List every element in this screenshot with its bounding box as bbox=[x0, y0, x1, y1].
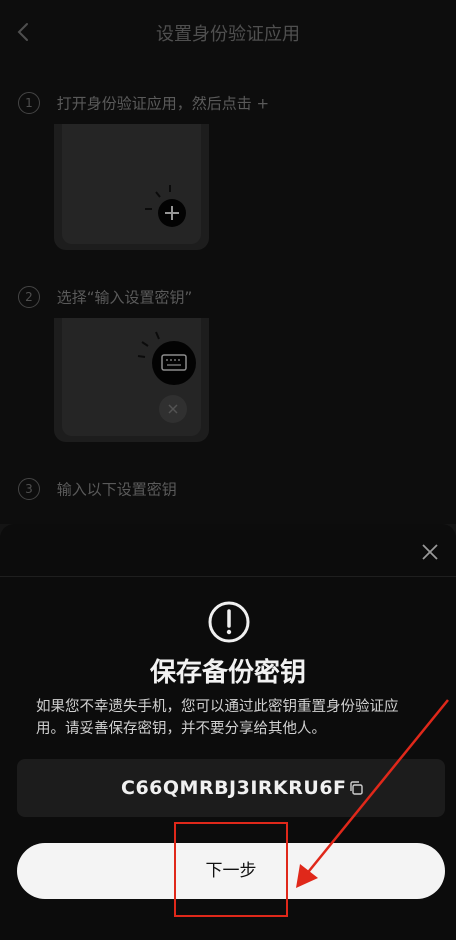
divider bbox=[0, 576, 456, 577]
close-icon[interactable] bbox=[418, 540, 442, 564]
copy-icon[interactable] bbox=[348, 780, 364, 796]
alert-icon bbox=[207, 600, 251, 644]
sheet-title: 保存备份密钥 bbox=[149, 658, 306, 688]
dim-overlay[interactable] bbox=[0, 0, 456, 524]
sheet-description: 如果您不幸遗失手机，您可以通过此密钥重置身份验证应用。请妥善保存密钥，并不要分享… bbox=[36, 699, 399, 737]
annotation-highlight-box bbox=[174, 822, 288, 917]
key-box[interactable]: C66QMRBJ3IRKRU6F bbox=[17, 759, 445, 817]
backup-key-text[interactable]: C66QMRBJ3IRKRU6F bbox=[121, 777, 347, 799]
